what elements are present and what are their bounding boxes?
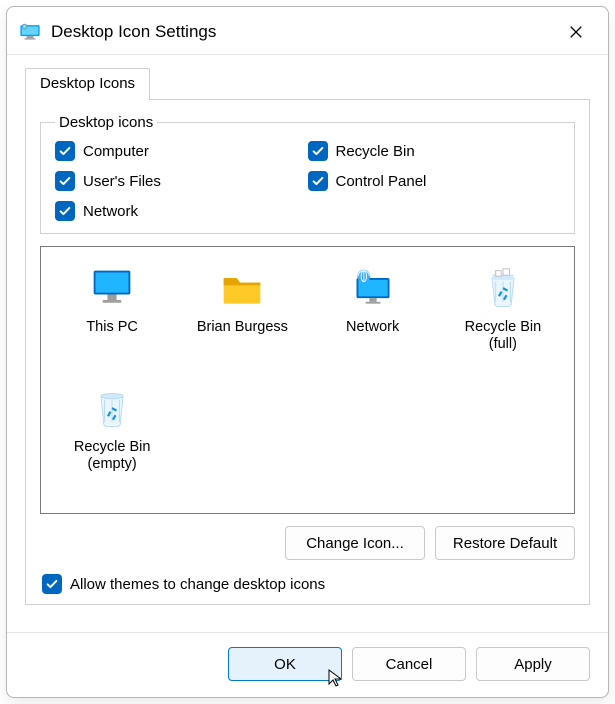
check-icon: [55, 141, 75, 161]
restore-default-button[interactable]: Restore Default: [435, 526, 575, 560]
change-icon-button[interactable]: Change Icon...: [285, 526, 425, 560]
icon-label: Network: [346, 319, 399, 336]
tab-panel: Desktop icons Computer Recycle Bin: [25, 99, 590, 605]
checkbox-label: Network: [83, 203, 138, 220]
check-icon: [308, 141, 328, 161]
icon-preview-well: This PC Brian Burgess: [40, 246, 575, 514]
icon-label: Recycle Bin (empty): [74, 439, 151, 474]
icon-user-folder[interactable]: Brian Burgess: [181, 263, 303, 383]
tab-label: Desktop Icons: [40, 75, 135, 92]
recycle-bin-empty-icon: [86, 385, 138, 433]
icon-buttons-row: Change Icon... Restore Default: [40, 526, 575, 560]
app-icon: [19, 21, 41, 43]
checkbox-allow-themes[interactable]: Allow themes to change desktop icons: [42, 574, 573, 594]
network-icon: [347, 265, 399, 313]
desktop-icon-settings-dialog: Desktop Icon Settings Desktop Icons Desk…: [6, 6, 609, 698]
fieldset-legend: Desktop icons: [55, 114, 157, 131]
checkbox-control-panel[interactable]: Control Panel: [308, 171, 561, 191]
check-icon: [308, 171, 328, 191]
monitor-icon: [86, 265, 138, 313]
checkbox-label: Control Panel: [336, 173, 427, 190]
icon-label: Brian Burgess: [197, 319, 288, 336]
apply-button[interactable]: Apply: [476, 647, 590, 681]
icon-recycle-bin-full[interactable]: Recycle Bin (full): [442, 263, 564, 383]
cancel-button[interactable]: Cancel: [352, 647, 466, 681]
check-icon: [55, 171, 75, 191]
titlebar: Desktop Icon Settings: [7, 7, 608, 55]
close-button[interactable]: [554, 16, 598, 48]
checkbox-label: Recycle Bin: [336, 143, 415, 160]
checkbox-label: Computer: [83, 143, 149, 160]
tabstrip: Desktop Icons: [25, 67, 590, 99]
recycle-bin-full-icon: [477, 265, 529, 313]
folder-icon: [216, 265, 268, 313]
dialog-footer: OK Cancel Apply: [7, 632, 608, 697]
checkbox-label: Allow themes to change desktop icons: [70, 576, 325, 593]
checkbox-recycle-bin[interactable]: Recycle Bin: [308, 141, 561, 161]
checkbox-users-files[interactable]: User's Files: [55, 171, 308, 191]
check-icon: [42, 574, 62, 594]
dialog-title: Desktop Icon Settings: [51, 22, 554, 42]
checkbox-label: User's Files: [83, 173, 161, 190]
checkbox-grid: Computer Recycle Bin User's Files: [55, 141, 560, 221]
client-area: Desktop Icons Desktop icons Computer: [7, 55, 608, 632]
icon-recycle-bin-empty[interactable]: Recycle Bin (empty): [51, 383, 173, 503]
icon-label: This PC: [86, 319, 138, 336]
check-icon: [55, 201, 75, 221]
ok-button[interactable]: OK: [228, 647, 342, 681]
icon-this-pc[interactable]: This PC: [51, 263, 173, 383]
checkbox-computer[interactable]: Computer: [55, 141, 308, 161]
tab-desktop-icons[interactable]: Desktop Icons: [25, 68, 150, 100]
icon-network[interactable]: Network: [312, 263, 434, 383]
checkbox-network[interactable]: Network: [55, 201, 308, 221]
icon-label: Recycle Bin (full): [465, 319, 542, 354]
desktop-icons-fieldset: Desktop icons Computer Recycle Bin: [40, 114, 575, 234]
